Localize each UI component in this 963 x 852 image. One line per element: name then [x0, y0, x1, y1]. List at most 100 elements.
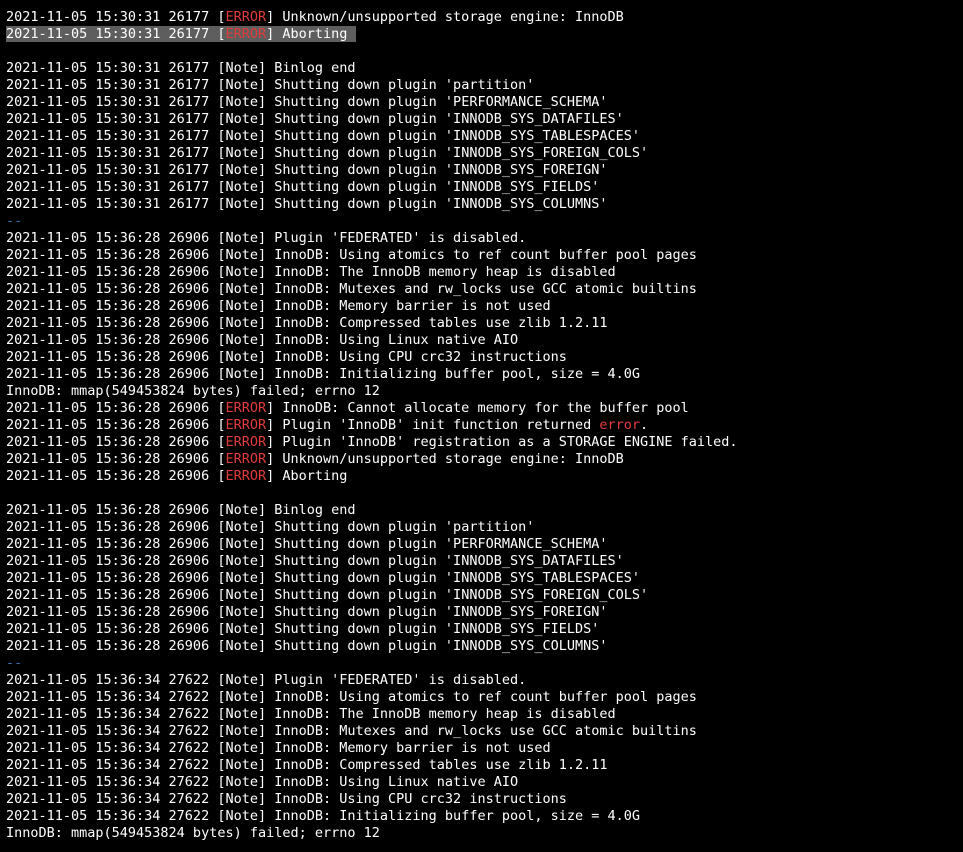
log-message: InnoDB: Memory barrier is not used	[266, 740, 551, 756]
log-level: Note	[225, 791, 258, 807]
log-timestamp: 2021-11-05 15:36:28 26906	[6, 400, 218, 416]
log-line-content: 2021-11-05 15:36:28 26906 [Note] InnoDB:…	[6, 366, 640, 382]
log-line-content: 2021-11-05 15:36:28 26906 [Note] Shuttin…	[6, 587, 649, 603]
log-message: Shutting down plugin 'INNODB_SYS_COLUMNS…	[266, 638, 608, 654]
log-level: Note	[225, 774, 258, 790]
log-line-note: 2021-11-05 15:36:28 26906 [Note] InnoDB:…	[6, 281, 963, 298]
log-level: ERROR	[225, 417, 267, 433]
log-level: Note	[225, 723, 258, 739]
log-line-note: 2021-11-05 15:36:28 26906 [Note] Shuttin…	[6, 604, 963, 621]
terminal-output[interactable]: 2021-11-05 15:30:31 26177 [ERROR] Unknow…	[0, 0, 963, 852]
log-line-note: 2021-11-05 15:36:28 26906 [Note] Shuttin…	[6, 587, 963, 604]
log-line-error: 2021-11-05 15:30:31 26177 [ERROR] Aborti…	[6, 26, 963, 43]
log-line-content: 2021-11-05 15:36:34 27622 [Note] Plugin …	[6, 672, 527, 688]
log-line-note: 2021-11-05 15:36:28 26906 [Note] InnoDB:…	[6, 298, 963, 315]
log-message: Shutting down plugin 'INNODB_SYS_FIELDS'	[266, 621, 600, 637]
log-line-note: 2021-11-05 15:30:31 26177 [Note] Binlog …	[6, 60, 963, 77]
log-line-content: 2021-11-05 15:36:28 26906 [Note] InnoDB:…	[6, 281, 697, 297]
log-line-content: 2021-11-05 15:30:31 26177 [Note] Shuttin…	[6, 145, 649, 161]
log-timestamp: 2021-11-05 15:36:28 26906	[6, 247, 218, 263]
log-timestamp: 2021-11-05 15:30:31 26177	[6, 60, 218, 76]
log-line-note: 2021-11-05 15:30:31 26177 [Note] Shuttin…	[6, 94, 963, 111]
log-line-content: 2021-11-05 15:36:28 26906 [ERROR] InnoDB…	[6, 400, 689, 416]
log-timestamp: 2021-11-05 15:36:28 26906	[6, 281, 218, 297]
log-line-content: 2021-11-05 15:36:28 26906 [Note] Shuttin…	[6, 553, 624, 569]
log-message: Shutting down plugin 'INNODB_SYS_DATAFIL…	[266, 553, 624, 569]
log-line-content: 2021-11-05 15:30:31 26177 [Note] Shuttin…	[6, 94, 608, 110]
log-separator: --	[6, 213, 23, 229]
log-level: Note	[225, 757, 258, 773]
log-line-note: 2021-11-05 15:30:31 26177 [Note] Shuttin…	[6, 162, 963, 179]
log-line-content: 2021-11-05 15:36:28 26906 [Note] InnoDB:…	[6, 315, 608, 331]
log-level: Note	[225, 349, 258, 365]
log-line-error: 2021-11-05 15:36:28 26906 [ERROR] Plugin…	[6, 434, 963, 451]
log-line-note: 2021-11-05 15:36:34 27622 [Note] InnoDB:…	[6, 706, 963, 723]
log-message: InnoDB: The InnoDB memory heap is disabl…	[266, 264, 616, 280]
log-timestamp: 2021-11-05 15:36:28 26906	[6, 570, 218, 586]
log-level: Note	[225, 332, 258, 348]
log-message: InnoDB: Compressed tables use zlib 1.2.1…	[266, 757, 608, 773]
log-level: ERROR	[225, 26, 267, 42]
log-message: Shutting down plugin 'INNODB_SYS_TABLESP…	[266, 128, 640, 144]
log-line-content: 2021-11-05 15:36:28 26906 [Note] Shuttin…	[6, 536, 608, 552]
log-timestamp: 2021-11-05 15:30:31 26177	[6, 94, 218, 110]
log-level: Note	[225, 247, 258, 263]
log-message: Shutting down plugin 'INNODB_SYS_FOREIGN…	[266, 587, 649, 603]
log-message: Shutting down plugin 'INNODB_SYS_FOREIGN…	[266, 162, 608, 178]
log-timestamp: 2021-11-05 15:30:31 26177	[6, 196, 218, 212]
log-message: InnoDB: Initializing buffer pool, size =…	[266, 808, 640, 824]
log-level: Note	[225, 366, 258, 382]
log-message: InnoDB: Using Linux native AIO	[266, 332, 519, 348]
log-timestamp: 2021-11-05 15:36:28 26906	[6, 604, 218, 620]
log-message: Shutting down plugin 'INNODB_SYS_FOREIGN…	[266, 145, 649, 161]
log-message: Binlog end	[266, 60, 356, 76]
log-timestamp: 2021-11-05 15:36:34 27622	[6, 808, 218, 824]
log-line-content: 2021-11-05 15:30:31 26177 [Note] Shuttin…	[6, 111, 624, 127]
log-timestamp: 2021-11-05 15:36:28 26906	[6, 451, 218, 467]
log-line-note: 2021-11-05 15:36:34 27622 [Note] InnoDB:…	[6, 723, 963, 740]
log-line-content: 2021-11-05 15:36:34 27622 [Note] InnoDB:…	[6, 740, 551, 756]
log-timestamp: 2021-11-05 15:30:31 26177	[6, 111, 218, 127]
log-message: InnoDB: Compressed tables use zlib 1.2.1…	[266, 315, 608, 331]
log-line-note: 2021-11-05 15:30:31 26177 [Note] Shuttin…	[6, 145, 963, 162]
log-line-content: 2021-11-05 15:36:28 26906 [Note] InnoDB:…	[6, 349, 567, 365]
log-line-note: 2021-11-05 15:36:28 26906 [Note] Shuttin…	[6, 553, 963, 570]
log-level: Note	[225, 281, 258, 297]
log-line-content: 2021-11-05 15:36:28 26906 [ERROR] Aborti…	[6, 468, 348, 484]
log-line-content: 2021-11-05 15:36:28 26906 [Note] Shuttin…	[6, 638, 608, 654]
log-level: Note	[225, 162, 258, 178]
log-line-note: 2021-11-05 15:36:28 26906 [Note] Shuttin…	[6, 536, 963, 553]
log-message: Unknown/unsupported storage engine: Inno…	[274, 451, 624, 467]
log-line-content: 2021-11-05 15:30:31 26177 [Note] Shuttin…	[6, 162, 608, 178]
log-timestamp: 2021-11-05 15:36:28 26906	[6, 298, 218, 314]
log-message: Unknown/unsupported storage engine: Inno…	[274, 9, 624, 25]
log-line-note: 2021-11-05 15:36:28 26906 [Note] InnoDB:…	[6, 366, 963, 383]
log-line-content: 2021-11-05 15:36:28 26906 [Note] Plugin …	[6, 230, 527, 246]
log-line-note: 2021-11-05 15:36:28 26906 [Note] Plugin …	[6, 230, 963, 247]
log-level: Note	[225, 621, 258, 637]
log-level: ERROR	[225, 400, 267, 416]
log-line-content: 2021-11-05 15:36:28 26906 [ERROR] Plugin…	[6, 434, 738, 450]
log-message: Shutting down plugin 'partition'	[266, 519, 535, 535]
log-timestamp: 2021-11-05 15:36:34 27622	[6, 672, 218, 688]
log-line-error: 2021-11-05 15:36:28 26906 [ERROR] Unknow…	[6, 451, 963, 468]
log-timestamp: 2021-11-05 15:36:28 26906	[6, 536, 218, 552]
log-line-content: 2021-11-05 15:36:28 26906 [ERROR] Plugin…	[6, 417, 649, 433]
log-line-note: 2021-11-05 15:36:28 26906 [Note] Shuttin…	[6, 570, 963, 587]
log-timestamp: 2021-11-05 15:36:34 27622	[6, 706, 218, 722]
log-level: Note	[225, 264, 258, 280]
log-level: Note	[225, 230, 258, 246]
log-level: Note	[225, 111, 258, 127]
log-message: Shutting down plugin 'PERFORMANCE_SCHEMA…	[266, 94, 608, 110]
log-line-content: 2021-11-05 15:30:31 26177 [Note] Shuttin…	[6, 196, 608, 212]
log-level: ERROR	[225, 451, 267, 467]
log-line-note: 2021-11-05 15:30:31 26177 [Note] Shuttin…	[6, 179, 963, 196]
log-timestamp: 2021-11-05 15:36:28 26906	[6, 468, 218, 484]
log-message: InnoDB: Using Linux native AIO	[266, 774, 519, 790]
log-message: Shutting down plugin 'INNODB_SYS_COLUMNS…	[266, 196, 608, 212]
log-timestamp: 2021-11-05 15:36:28 26906	[6, 638, 218, 654]
log-line-error: 2021-11-05 15:36:28 26906 [ERROR] InnoDB…	[6, 400, 963, 417]
log-line-note: 2021-11-05 15:36:28 26906 [Note] InnoDB:…	[6, 349, 963, 366]
log-line-content: 2021-11-05 15:36:28 26906 [Note] Binlog …	[6, 502, 356, 518]
log-line-note: 2021-11-05 15:36:28 26906 [Note] Shuttin…	[6, 519, 963, 536]
